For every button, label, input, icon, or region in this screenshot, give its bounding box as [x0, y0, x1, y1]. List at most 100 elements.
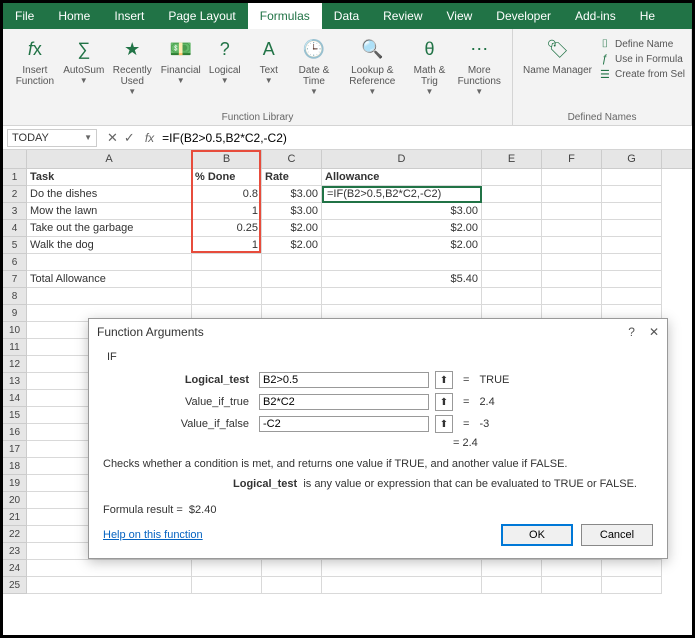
cell[interactable]: Do the dishes [27, 186, 192, 203]
cell[interactable] [27, 577, 192, 594]
cell[interactable] [262, 560, 322, 577]
cell[interactable] [482, 169, 542, 186]
row-header[interactable]: 5 [3, 237, 27, 254]
range-picker-icon[interactable]: ⬆ [435, 393, 453, 411]
col-header-C[interactable]: C [262, 150, 322, 168]
select-all-corner[interactable] [3, 150, 27, 168]
create-from-selection-button[interactable]: ☰Create from Sel [598, 67, 685, 81]
row-header[interactable]: 15 [3, 407, 27, 424]
cell[interactable]: $3.00 [262, 203, 322, 220]
tab-view[interactable]: View [435, 3, 485, 29]
row-header[interactable]: 22 [3, 526, 27, 543]
cell[interactable] [602, 186, 662, 203]
cell[interactable]: Mow the lawn [27, 203, 192, 220]
chevron-down-icon[interactable]: ▼ [84, 133, 92, 142]
row-header[interactable]: 12 [3, 356, 27, 373]
text-button[interactable]: AText▼ [248, 33, 290, 87]
autosum-button[interactable]: ∑AutoSum▼ [63, 33, 105, 87]
cell[interactable] [542, 577, 602, 594]
cell[interactable] [482, 220, 542, 237]
recently-used-button[interactable]: ★Recently Used▼ [107, 33, 158, 98]
cell[interactable] [602, 169, 662, 186]
more-functions-button[interactable]: ⋯More Functions▼ [452, 33, 506, 98]
range-picker-icon[interactable]: ⬆ [435, 415, 453, 433]
row-header[interactable]: 7 [3, 271, 27, 288]
cell[interactable]: =IF(B2>0.5,B2*C2,-C2) [322, 186, 482, 203]
tab-page-layout[interactable]: Page Layout [156, 3, 247, 29]
cell[interactable] [542, 186, 602, 203]
arg-input[interactable] [259, 394, 429, 410]
math-trig-button[interactable]: θMath & Trig▼ [408, 33, 450, 98]
use-in-formula-button[interactable]: ƒUse in Formula [598, 52, 685, 66]
cell[interactable]: 1 [192, 203, 262, 220]
row-header[interactable]: 14 [3, 390, 27, 407]
row-header[interactable]: 25 [3, 577, 27, 594]
cell[interactable] [602, 220, 662, 237]
cell[interactable]: 0.25 [192, 220, 262, 237]
cell[interactable]: Walk the dog [27, 237, 192, 254]
dialog-help-link[interactable]: Help on this function [103, 529, 203, 541]
cell[interactable] [192, 288, 262, 305]
enter-formula-icon[interactable]: ✓ [124, 130, 135, 146]
cell[interactable]: Total Allowance [27, 271, 192, 288]
date-time-button[interactable]: 🕒Date & Time▼ [292, 33, 336, 98]
cell[interactable]: 0.8 [192, 186, 262, 203]
cell[interactable] [27, 288, 192, 305]
cell[interactable] [482, 577, 542, 594]
cell[interactable]: $3.00 [262, 186, 322, 203]
row-header[interactable]: 20 [3, 492, 27, 509]
row-header[interactable]: 11 [3, 339, 27, 356]
cell[interactable] [482, 186, 542, 203]
cell[interactable] [602, 203, 662, 220]
tab-file[interactable]: File [3, 3, 46, 29]
name-box[interactable]: TODAY▼ [7, 129, 97, 147]
row-header[interactable]: 16 [3, 424, 27, 441]
row-header[interactable]: 17 [3, 441, 27, 458]
cell[interactable] [542, 560, 602, 577]
cell[interactable] [27, 560, 192, 577]
dialog-close-icon[interactable]: ✕ [649, 325, 659, 339]
financial-button[interactable]: 💵Financial▼ [160, 33, 202, 87]
col-header-E[interactable]: E [482, 150, 542, 168]
cell[interactable] [482, 237, 542, 254]
dialog-help-icon[interactable]: ? [628, 325, 635, 339]
row-header[interactable]: 2 [3, 186, 27, 203]
row-header[interactable]: 13 [3, 373, 27, 390]
cell[interactable] [192, 271, 262, 288]
cell[interactable]: 1 [192, 237, 262, 254]
row-header[interactable]: 23 [3, 543, 27, 560]
cell[interactable] [322, 577, 482, 594]
tab-review[interactable]: Review [371, 3, 434, 29]
cell[interactable]: $2.00 [262, 220, 322, 237]
cell[interactable] [542, 288, 602, 305]
col-header-F[interactable]: F [542, 150, 602, 168]
tab-addins[interactable]: Add-ins [563, 3, 628, 29]
cell[interactable]: $5.40 [322, 271, 482, 288]
cell[interactable]: % Done [192, 169, 262, 186]
logical-button[interactable]: ?Logical▼ [204, 33, 246, 87]
arg-input[interactable] [259, 416, 429, 432]
cell[interactable] [482, 254, 542, 271]
define-name-button[interactable]: ⌷Define Name [598, 37, 685, 51]
tab-data[interactable]: Data [322, 3, 371, 29]
fx-icon[interactable]: fx [141, 131, 158, 145]
row-header[interactable]: 6 [3, 254, 27, 271]
ok-button[interactable]: OK [501, 524, 573, 546]
formula-input[interactable] [158, 129, 692, 147]
cell[interactable]: $3.00 [322, 203, 482, 220]
cell[interactable] [602, 271, 662, 288]
cell[interactable] [192, 560, 262, 577]
cell[interactable] [322, 560, 482, 577]
cell[interactable] [482, 203, 542, 220]
cell[interactable] [262, 288, 322, 305]
cell[interactable] [482, 288, 542, 305]
range-picker-icon[interactable]: ⬆ [435, 371, 453, 389]
row-header[interactable]: 1 [3, 169, 27, 186]
cell[interactable]: $2.00 [262, 237, 322, 254]
cell[interactable] [542, 169, 602, 186]
cancel-button[interactable]: Cancel [581, 524, 653, 546]
row-header[interactable]: 9 [3, 305, 27, 322]
cell[interactable] [542, 237, 602, 254]
cell[interactable] [542, 220, 602, 237]
cell[interactable] [262, 271, 322, 288]
